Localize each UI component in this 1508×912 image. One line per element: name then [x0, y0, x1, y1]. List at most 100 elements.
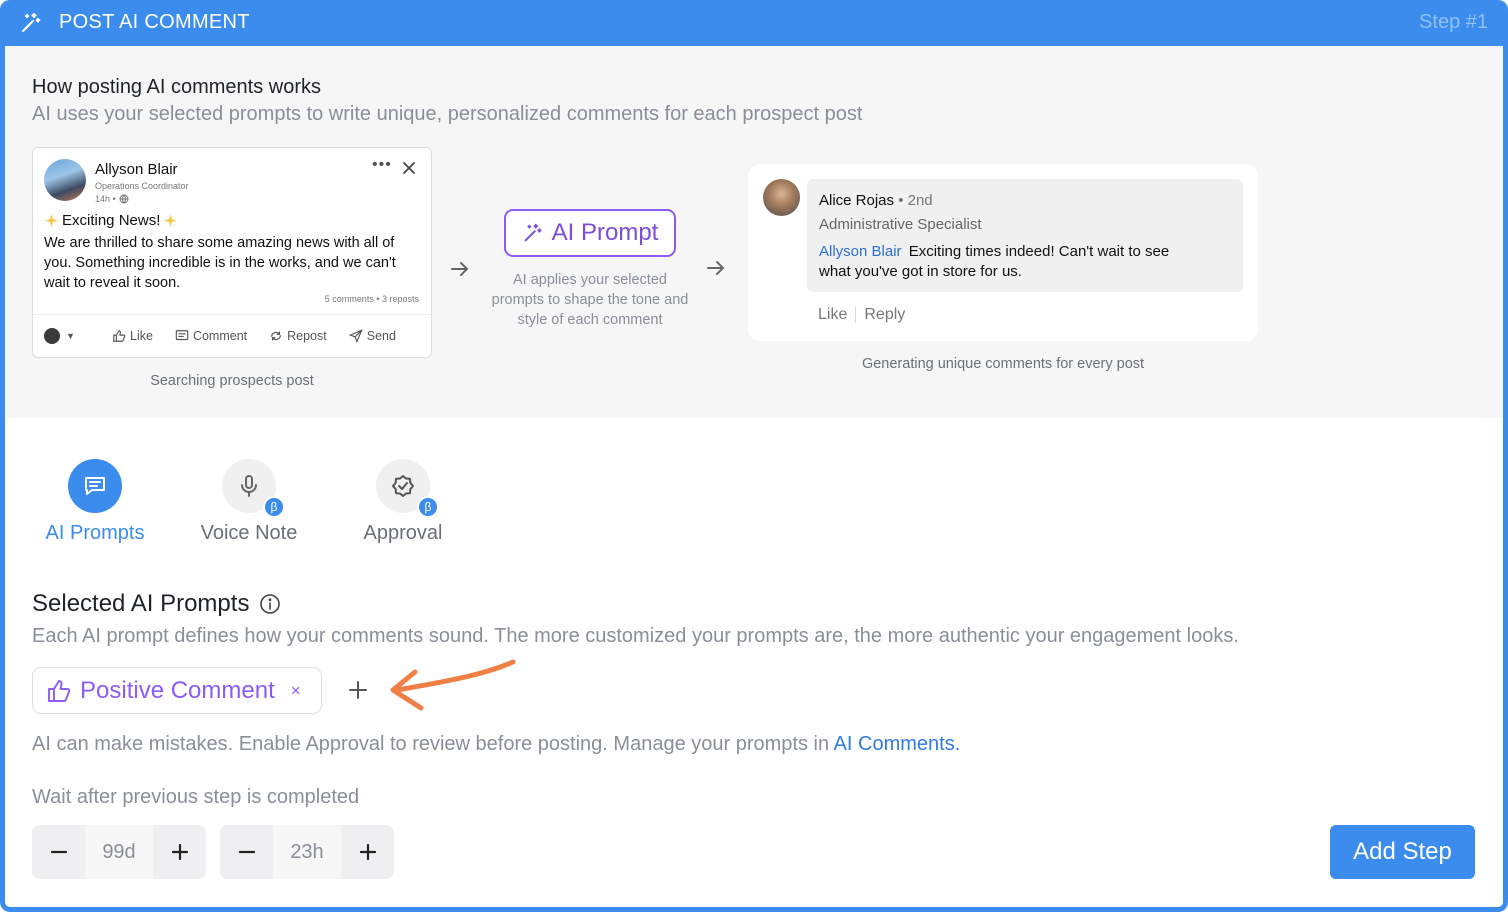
magic-wand-icon — [21, 12, 41, 33]
comment-bubble: Alice Rojas • 2nd Administrative Special… — [807, 179, 1243, 292]
prompt-chip-label: Positive Comment — [80, 676, 275, 704]
commenter-name-line: Alice Rojas • 2nd — [819, 192, 933, 209]
caret-down-icon: ▼ — [66, 331, 75, 341]
comment-reactions: Like Reply — [818, 306, 905, 324]
ai-prompt-badge: AI Prompt — [504, 209, 676, 257]
tab-ai-prompts-label: AI Prompts — [45, 522, 145, 544]
post-body: We are thrilled to share some amazing ne… — [44, 235, 396, 291]
thumbs-up-icon — [113, 330, 126, 342]
comment-like: Like — [818, 306, 848, 323]
days-value[interactable]: 99d — [85, 825, 153, 879]
tab-approval[interactable]: β Approval — [338, 458, 492, 548]
post-headline: Exciting News! — [44, 212, 178, 229]
prompt-chip-positive-comment[interactable]: Positive Comment × — [32, 667, 322, 714]
selected-prompts-title: Selected AI Prompts — [32, 590, 250, 617]
sparkle-icon — [164, 213, 178, 228]
how-it-works-section: How posting AI comments works AI uses yo… — [5, 46, 1503, 418]
globe-icon — [119, 194, 129, 204]
tab-ai-prompts-circle — [68, 459, 122, 513]
microphone-icon — [241, 475, 257, 497]
days-decrement-button[interactable] — [32, 825, 85, 879]
panel-title: POST AI COMMENT — [59, 11, 250, 33]
how-it-works-heading: How posting AI comments works — [32, 76, 321, 98]
panel-header: POST AI COMMENT Step #1 — [0, 0, 1508, 46]
ai-prompt-label: AI Prompt — [551, 219, 659, 246]
selected-prompts-heading: Selected AI Prompts — [32, 590, 281, 618]
arrow-right-icon — [451, 262, 469, 276]
minus-icon — [238, 850, 255, 854]
annotation-arrow — [390, 659, 516, 711]
how-it-works-subheading: AI uses your selected prompts to write u… — [32, 103, 863, 125]
repost-icon — [271, 331, 282, 341]
add-prompt-button[interactable] — [346, 678, 370, 702]
plus-icon — [171, 843, 188, 861]
post-time: 14h • — [95, 194, 116, 204]
chat-lines-icon — [85, 477, 105, 495]
send-action-label: Send — [366, 329, 396, 343]
magic-wand-icon — [524, 223, 542, 242]
commenter-role: Administrative Specialist — [819, 216, 982, 233]
close-icon — [403, 162, 415, 174]
check-badge-icon — [392, 475, 414, 497]
connection-degree: • 2nd — [898, 192, 933, 209]
ai-prompt-description: AI applies your selected prompts to shap… — [491, 272, 689, 328]
days-stepper: 99d — [32, 825, 206, 879]
selected-prompts-description: Each AI prompt defines how your comments… — [32, 625, 1239, 647]
post-author-avatar — [44, 159, 86, 201]
post-author-role: Operations Coordinator — [95, 181, 189, 191]
tab-ai-prompts[interactable]: AI Prompts — [30, 458, 184, 548]
beta-badge: β — [417, 496, 439, 518]
commenter-name: Alice Rojas — [819, 192, 895, 209]
step-number: Step #1 — [1419, 11, 1488, 33]
thumbs-up-icon — [48, 679, 71, 702]
comment-icon — [175, 330, 189, 341]
hours-increment-button[interactable] — [341, 825, 394, 879]
actor-avatar — [44, 328, 60, 344]
hours-value[interactable]: 23h — [273, 825, 341, 879]
comment-caption: Generating unique comments for every pos… — [861, 356, 1145, 372]
post-actions: ▼ Like Comment Repost Send — [44, 328, 424, 344]
like-action: Like — [112, 329, 153, 343]
approval-note: AI can make mistakes. Enable Approval to… — [32, 733, 960, 756]
days-increment-button[interactable] — [153, 825, 206, 879]
repost-action: Repost — [269, 329, 327, 343]
post-caption: Searching prospects post — [150, 373, 314, 389]
reaction-divider — [855, 307, 857, 323]
comment-reply: Reply — [864, 306, 906, 323]
tab-approval-label: Approval — [363, 522, 443, 544]
commenter-avatar — [763, 179, 800, 216]
info-icon[interactable] — [259, 593, 281, 615]
send-action: Send — [348, 329, 396, 343]
approval-note-text: AI can make mistakes. Enable Approval to… — [32, 733, 834, 755]
post-divider — [33, 314, 431, 315]
wait-label: Wait after previous step is completed — [32, 786, 360, 808]
minus-icon — [50, 850, 67, 854]
hours-decrement-button[interactable] — [220, 825, 273, 879]
post-stats: 5 comments • 3 reposts — [324, 294, 419, 304]
plus-icon — [359, 843, 376, 861]
add-step-button[interactable]: Add Step — [1330, 825, 1475, 879]
tab-voice-note[interactable]: β Voice Note — [184, 458, 338, 548]
send-icon — [348, 329, 363, 343]
post-author-name: Allyson Blair — [95, 161, 178, 178]
tab-voice-note-label: Voice Note — [200, 522, 298, 544]
ai-comments-link[interactable]: AI Comments — [834, 733, 955, 755]
beta-badge: β — [263, 496, 285, 518]
more-options-icon: ••• — [372, 156, 392, 173]
comment-mention: Allyson Blair — [819, 243, 902, 260]
comment-text: Allyson Blair Exciting times indeed! Can… — [819, 242, 1179, 282]
actor-selector: ▼ — [44, 328, 112, 344]
generated-comment-card: Alice Rojas • 2nd Administrative Special… — [748, 164, 1258, 341]
comment-action: Comment — [175, 329, 247, 343]
post-headline-text: Exciting News! — [62, 212, 161, 229]
remove-prompt-button[interactable]: × — [291, 681, 301, 701]
sparkle-icon — [44, 213, 59, 228]
approval-note-end: . — [954, 733, 961, 755]
repost-action-label: Repost — [287, 329, 327, 343]
like-action-label: Like — [130, 329, 153, 343]
prospect-post-card: Allyson Blair Operations Coordinator 14h… — [32, 147, 432, 358]
post-meta: 14h • — [95, 194, 129, 204]
arrow-right-icon — [707, 261, 725, 275]
comment-action-label: Comment — [192, 329, 248, 343]
mode-tabs: AI Prompts β Voice Note β Approval — [30, 458, 492, 548]
